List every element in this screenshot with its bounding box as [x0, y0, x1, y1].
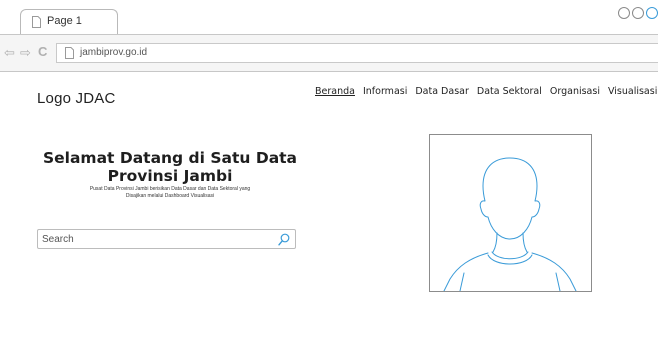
main-nav: Beranda Informasi Data Dasar Data Sektoral O… — [315, 86, 658, 100]
hero-title: Selamat Datang di Satu Data Provinsi Jam… — [40, 149, 300, 185]
search-icon[interactable] — [278, 233, 290, 246]
maximize-icon[interactable] — [632, 7, 644, 19]
url-field[interactable]: jambiprov.go.id — [56, 43, 658, 63]
close-icon[interactable] — [646, 7, 658, 19]
browser-tab[interactable]: Page 1 — [20, 9, 118, 34]
nav-item-beranda[interactable]: Beranda — [315, 86, 355, 97]
nav-item-data-dasar[interactable]: Data Dasar — [415, 86, 469, 97]
tab-title: Page 1 — [47, 15, 82, 27]
hero-title-line-2: Provinsi Jambi — [107, 167, 233, 185]
search-input[interactable] — [42, 233, 267, 246]
browser-window: Page 1 ⇦ ⇨ C jambiprov.go.id Logo JDAC B… — [0, 0, 658, 350]
tab-strip: Page 1 — [0, 0, 658, 34]
nav-item-visualisasi[interactable]: Visualisasi — [608, 86, 657, 97]
url-text: jambiprov.go.id — [80, 47, 148, 58]
site-logo[interactable]: Logo JDAC — [37, 90, 116, 107]
hero-subtitle-line-1: Pusat Data Provinsi Jambi berisikan Data… — [89, 186, 251, 192]
back-arrow-icon[interactable]: ⇦ — [4, 46, 15, 59]
hero-subtitle: Pusat Data Provinsi Jambi berisikan Data… — [40, 186, 300, 200]
hero-subtitle-line-2: Disajikan melalui Dashboard Visualisasi — [125, 193, 215, 199]
page-icon — [65, 47, 74, 59]
reload-icon[interactable]: C — [38, 45, 47, 58]
address-bar: ⇦ ⇨ C jambiprov.go.id — [0, 34, 658, 72]
hero-title-line-1: Selamat Datang di Satu Data — [42, 149, 298, 167]
window-controls — [616, 7, 658, 21]
search-box — [37, 229, 296, 249]
nav-item-organisasi[interactable]: Organisasi — [550, 86, 600, 97]
minimize-icon[interactable] — [618, 7, 630, 19]
person-placeholder-icon — [443, 157, 577, 292]
nav-item-data-sektoral[interactable]: Data Sektoral — [477, 86, 542, 97]
forward-arrow-icon[interactable]: ⇨ — [20, 46, 31, 59]
page-icon — [32, 16, 41, 28]
nav-item-informasi[interactable]: Informasi — [363, 86, 407, 97]
profile-image-placeholder — [429, 134, 592, 292]
